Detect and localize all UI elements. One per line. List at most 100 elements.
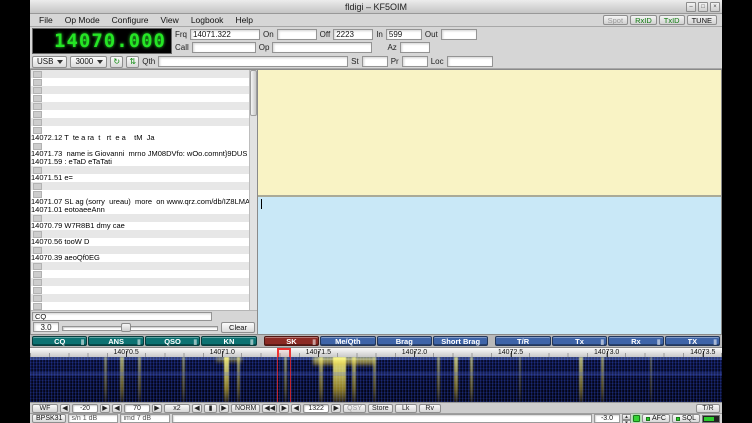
wf-control[interactable]: ◀ xyxy=(112,404,122,413)
browser-row[interactable] xyxy=(31,270,249,278)
menu-item[interactable]: Help xyxy=(229,15,258,25)
browser-row[interactable] xyxy=(31,302,249,310)
wf-control[interactable]: ▶ xyxy=(279,404,289,413)
tune-button[interactable]: TUNE xyxy=(687,15,717,25)
macro-button[interactable]: Me/Qth xyxy=(320,336,375,346)
browser-search-input[interactable]: CQ xyxy=(32,312,212,321)
browser-row[interactable] xyxy=(31,126,249,134)
wf-control[interactable]: T/R xyxy=(696,404,720,413)
browser-row[interactable] xyxy=(31,190,249,198)
locator-field[interactable] xyxy=(447,56,493,67)
sql-button[interactable]: SQL xyxy=(672,414,700,423)
wf-control[interactable]: ▮ xyxy=(204,404,217,413)
wf-control[interactable]: ◀◀ xyxy=(262,404,277,413)
time-on-field[interactable] xyxy=(277,29,317,40)
wf-control[interactable]: 1322 xyxy=(303,404,329,413)
vfo-frequency-display[interactable]: 14070.000 xyxy=(32,28,172,54)
menu-item[interactable]: Logbook xyxy=(185,15,230,25)
spot-button[interactable]: Spot xyxy=(603,15,628,25)
macro-button[interactable]: Tx ▮ xyxy=(552,336,607,346)
swap-icon[interactable]: ⇅ xyxy=(126,56,139,68)
browser-scrollbar[interactable] xyxy=(249,70,257,310)
browser-row[interactable]: 14072.12 T te a ra t rt e a tM Ja xyxy=(31,134,249,142)
macro-button[interactable]: Rx ▮ xyxy=(608,336,663,346)
wf-control[interactable]: Lk xyxy=(395,404,417,413)
operator-field[interactable] xyxy=(272,42,372,53)
browser-row[interactable] xyxy=(31,262,249,270)
wf-control[interactable]: ▶ xyxy=(219,404,229,413)
time-off-field[interactable]: 2223 xyxy=(333,29,373,40)
wf-control[interactable]: QSY xyxy=(343,404,366,413)
macro-button[interactable]: KN ▮ xyxy=(201,336,256,346)
rst-out-field[interactable] xyxy=(441,29,477,40)
macro-button[interactable]: TX ▮ xyxy=(665,336,720,346)
azimuth-field[interactable] xyxy=(400,42,430,53)
browser-row[interactable]: 14071.59 : eTaD eTaTati xyxy=(31,158,249,166)
slider-thumb[interactable] xyxy=(121,323,131,332)
browser-row[interactable]: 14071.51 e= xyxy=(31,174,249,182)
wf-control[interactable]: 70 xyxy=(124,404,150,413)
wf-control[interactable]: ◀ xyxy=(192,404,202,413)
frequency-field[interactable]: 14071.322 xyxy=(190,29,260,40)
menu-item[interactable]: File xyxy=(33,15,59,25)
browser-row[interactable] xyxy=(31,230,249,238)
qth-field[interactable] xyxy=(158,56,348,67)
browser-row[interactable] xyxy=(31,118,249,126)
mode-status-button[interactable]: BPSK31 xyxy=(32,414,66,423)
title-bar[interactable]: fldigi – KF5OIM – □ × xyxy=(30,0,722,14)
bandwidth-select[interactable]: 3000 xyxy=(70,56,107,68)
menu-item[interactable]: Op Mode xyxy=(59,15,106,25)
browser-row[interactable]: 14070.56 tooW D xyxy=(31,238,249,246)
browser-row[interactable] xyxy=(31,286,249,294)
browser-row[interactable]: 14070.39 aeoQf0EG xyxy=(31,254,249,262)
afc-button[interactable]: AFC xyxy=(642,414,670,423)
province-field[interactable] xyxy=(402,56,428,67)
state-field[interactable] xyxy=(362,56,388,67)
wf-control[interactable]: WF xyxy=(32,404,58,413)
close-button[interactable]: × xyxy=(710,2,720,12)
waterfall-scale[interactable]: 14070.514071.014071.514072.014072.514073… xyxy=(30,347,722,357)
macro-button[interactable]: QSO ▮ xyxy=(145,336,200,346)
macro-button[interactable]: T/R xyxy=(495,336,550,346)
wf-control[interactable]: ▶ xyxy=(331,404,341,413)
maximize-button[interactable]: □ xyxy=(698,2,708,12)
macro-button[interactable]: ANS ▮ xyxy=(88,336,143,346)
rxid-button[interactable]: RxID xyxy=(630,15,657,25)
browser-clear-button[interactable]: Clear xyxy=(221,322,255,333)
wf-control[interactable]: -20 xyxy=(72,404,98,413)
wf-control[interactable]: ◀ xyxy=(291,404,301,413)
tx-text-pane[interactable] xyxy=(258,197,721,334)
wf-control[interactable]: ▶ xyxy=(100,404,110,413)
browser-row[interactable] xyxy=(31,102,249,110)
minimize-button[interactable]: – xyxy=(686,2,696,12)
browser-row[interactable]: 14071.07 SL ag (sorry ureau) more on www… xyxy=(31,198,249,206)
browser-row[interactable] xyxy=(31,94,249,102)
browser-row[interactable] xyxy=(31,78,249,86)
browser-row[interactable] xyxy=(31,246,249,254)
browser-row[interactable]: 14071.73 name is Giovanni mrno JM08DVfo:… xyxy=(31,150,249,158)
browser-row[interactable] xyxy=(31,182,249,190)
browser-squelch-value[interactable]: 3.0 xyxy=(33,322,59,332)
wf-control[interactable]: NORM xyxy=(231,404,260,413)
rx-text-pane[interactable] xyxy=(258,70,721,197)
wf-control[interactable]: ◀ xyxy=(60,404,70,413)
browser-squelch-slider[interactable] xyxy=(62,323,218,332)
menu-item[interactable]: Configure xyxy=(106,15,155,25)
wf-control[interactable]: x2 xyxy=(164,404,190,413)
browser-row[interactable] xyxy=(31,214,249,222)
browser-row[interactable] xyxy=(31,86,249,94)
browser-row[interactable] xyxy=(31,110,249,118)
squelch-level-field[interactable]: -3.0 xyxy=(594,414,620,423)
macro-button[interactable]: SK ▮ xyxy=(264,336,319,346)
rst-in-field[interactable]: 599 xyxy=(386,29,422,40)
macro-button[interactable]: Brag xyxy=(377,336,432,346)
waterfall[interactable] xyxy=(30,357,722,402)
revert-icon[interactable]: ↻ xyxy=(110,56,123,68)
browser-row[interactable] xyxy=(31,278,249,286)
wf-control[interactable]: Rv xyxy=(419,404,441,413)
browser-row[interactable] xyxy=(31,166,249,174)
browser-row[interactable] xyxy=(31,142,249,150)
rig-mode-select[interactable]: USB xyxy=(32,56,67,68)
wf-control[interactable]: Store xyxy=(368,404,393,413)
macro-button[interactable]: CQ ▮ xyxy=(32,336,87,346)
